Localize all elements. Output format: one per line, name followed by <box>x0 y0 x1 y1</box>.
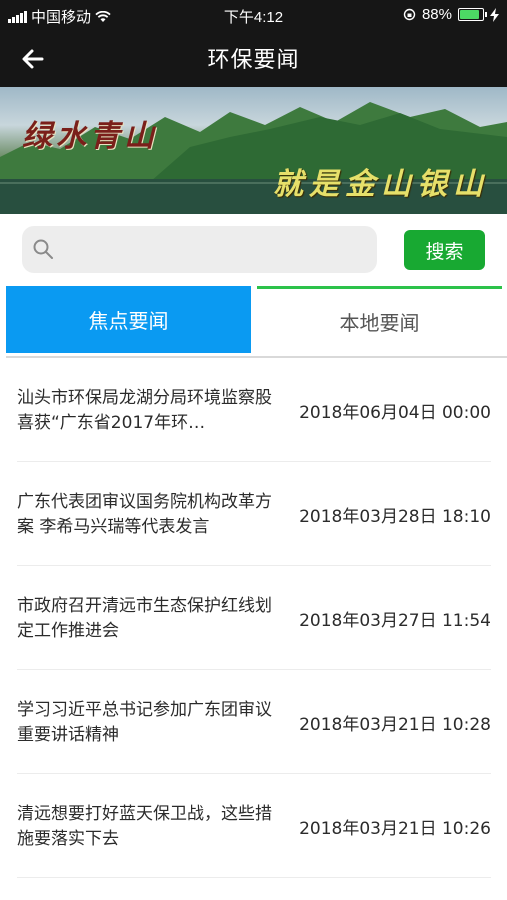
tab-bar: 焦点要闻 本地要闻 <box>0 286 507 358</box>
orientation-lock-icon <box>403 8 416 21</box>
news-title: 清远想要打好蓝天保卫战，这些措施要落实下去 <box>17 804 272 849</box>
news-date: 2018年03月21日 10:26 <box>299 819 491 839</box>
battery-icon <box>458 8 487 21</box>
search-box[interactable] <box>22 226 377 273</box>
search-icon <box>33 239 53 259</box>
tab-focus-news[interactable]: 焦点要闻 <box>6 286 251 353</box>
banner-slogan-left: 绿水青山 <box>22 119 158 154</box>
charging-icon <box>490 7 499 22</box>
search-row: 搜索 <box>0 214 507 286</box>
news-title: 广东代表团审议国务院机构改革方案 李希马兴瑞等代表发言 <box>17 492 272 537</box>
list-item[interactable]: 学习习近平总书记参加广东团审议重要讲话精神 2018年03月21日 10:28 <box>17 670 491 774</box>
news-title: 学习习近平总书记参加广东团审议重要讲话精神 <box>17 700 272 745</box>
status-right: 88% <box>403 6 499 23</box>
news-date: 2018年03月28日 18:10 <box>299 507 491 527</box>
page-title: 环保要闻 <box>207 48 300 73</box>
search-input[interactable] <box>64 234 368 266</box>
list-item[interactable]: 广东代表团审议国务院机构改革方案 李希马兴瑞等代表发言 2018年03月28日 … <box>17 462 491 566</box>
news-date: 2018年06月04日 00:00 <box>299 403 491 423</box>
banner-slogan-right: 就是金山银山 <box>273 167 489 202</box>
search-button[interactable]: 搜索 <box>404 230 485 270</box>
status-bar: 中国移动 下午4:12 88% <box>0 0 507 30</box>
banner-image: 绿水青山 就是金山银山 <box>0 87 507 214</box>
list-item[interactable]: 清远想要打好蓝天保卫战，这些措施要落实下去 2018年03月21日 10:26 <box>17 774 491 878</box>
list-item[interactable]: 汕头市环保局龙湖分局环境监察股喜获“广东省2017年环… 2018年06月04日… <box>17 358 491 462</box>
news-date: 2018年03月27日 11:54 <box>299 611 491 631</box>
tab-local-news[interactable]: 本地要闻 <box>257 286 502 353</box>
battery-percent: 88% <box>421 6 452 23</box>
news-date: 2018年03月21日 10:28 <box>299 715 491 735</box>
news-title: 汕头市环保局龙湖分局环境监察股喜获“广东省2017年环… <box>17 388 272 433</box>
news-title: 市政府召开清远市生态保护红线划定工作推进会 <box>17 596 272 641</box>
navigation-bar: 环保要闻 <box>0 30 507 87</box>
news-list: 汕头市环保局龙湖分局环境监察股喜获“广东省2017年环… 2018年06月04日… <box>17 358 491 878</box>
list-item[interactable]: 市政府召开清远市生态保护红线划定工作推进会 2018年03月27日 11:54 <box>17 566 491 670</box>
